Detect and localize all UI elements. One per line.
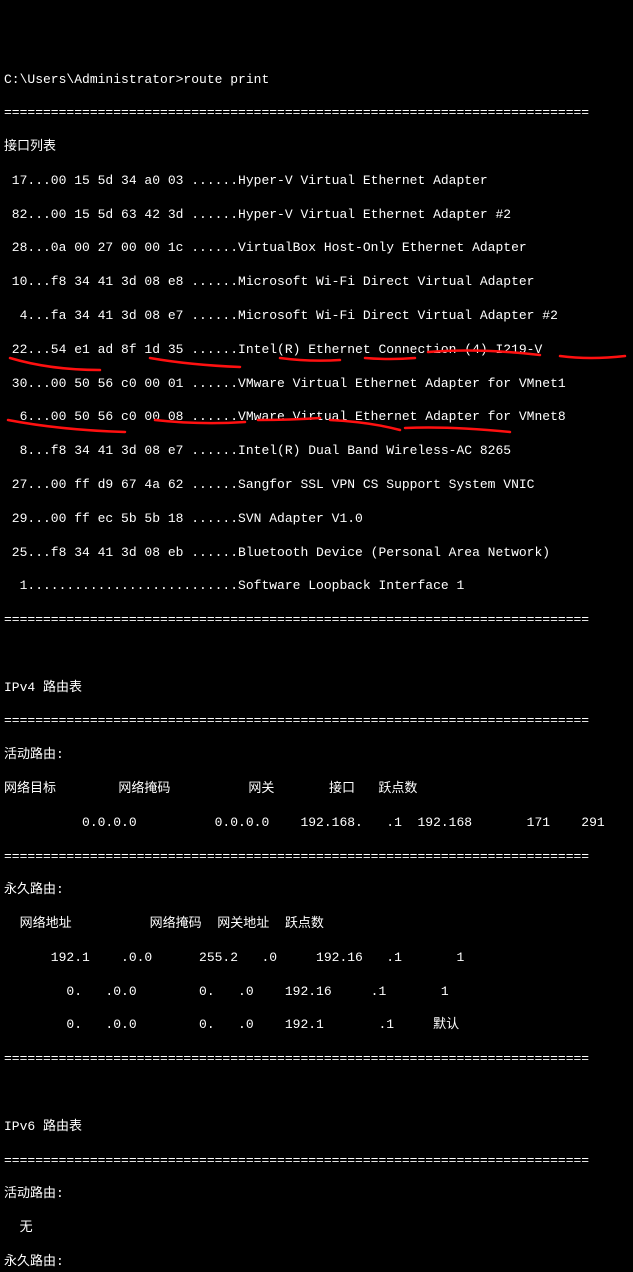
ipv4-title: IPv4 路由表 — [4, 680, 629, 697]
interface-row: 6...00 50 56 c0 00 08 ......VMware Virtu… — [4, 409, 629, 426]
blank-line — [4, 1085, 629, 1102]
interface-list-header: 接口列表 — [4, 139, 629, 156]
persistent-routes-headers: 网络地址 网络掩码 网关地址 跃点数 — [4, 916, 629, 933]
active-routes-title: 活动路由: — [4, 747, 629, 764]
interface-row: 28...0a 00 27 00 00 1c ......VirtualBox … — [4, 240, 629, 257]
prompt-line: C:\Users\Administrator>route print — [4, 72, 629, 89]
interface-row: 30...00 50 56 c0 00 01 ......VMware Virt… — [4, 376, 629, 393]
blank-line — [4, 646, 629, 663]
ipv6-active-title: 活动路由: — [4, 1186, 629, 1203]
persistent-routes-title: 永久路由: — [4, 882, 629, 899]
interface-row: 1...........................Software Loo… — [4, 578, 629, 595]
ipv6-title: IPv6 路由表 — [4, 1119, 629, 1136]
interface-row: 8...f8 34 41 3d 08 e7 ......Intel(R) Dua… — [4, 443, 629, 460]
divider: ========================================… — [4, 1051, 629, 1068]
divider: ========================================… — [4, 713, 629, 730]
interface-row: 4...fa 34 41 3d 08 e7 ......Microsoft Wi… — [4, 308, 629, 325]
interface-row: 29...00 ff ec 5b 5b 18 ......SVN Adapter… — [4, 511, 629, 528]
persistent-route-row: 0. .0.0 0. .0 192.1 .1 默认 — [4, 1017, 629, 1034]
divider: ========================================… — [4, 849, 629, 866]
ipv6-active-none: 无 — [4, 1220, 629, 1237]
persistent-route-row: 0. .0.0 0. .0 192.16 .1 1 — [4, 984, 629, 1001]
interface-row: 17...00 15 5d 34 a0 03 ......Hyper-V Vir… — [4, 173, 629, 190]
divider: ========================================… — [4, 1153, 629, 1170]
interface-row: 82...00 15 5d 63 42 3d ......Hyper-V Vir… — [4, 207, 629, 224]
persistent-route-row: 192.1 .0.0 255.2 .0 192.16 .1 1 — [4, 950, 629, 967]
interface-row: 25...f8 34 41 3d 08 eb ......Bluetooth D… — [4, 545, 629, 562]
interface-row: 10...f8 34 41 3d 08 e8 ......Microsoft W… — [4, 274, 629, 291]
interface-row: 22...54 e1 ad 8f 1d 35 ......Intel(R) Et… — [4, 342, 629, 359]
active-route-row: 0.0.0.0 0.0.0.0 192.168. .1 192.168 171 … — [4, 815, 629, 832]
divider: ========================================… — [4, 612, 629, 629]
active-routes-headers: 网络目标 网络掩码 网关 接口 跃点数 — [4, 781, 629, 798]
divider: ========================================… — [4, 105, 629, 122]
interface-row: 27...00 ff d9 67 4a 62 ......Sangfor SSL… — [4, 477, 629, 494]
ipv6-persist-title: 永久路由: — [4, 1254, 629, 1271]
